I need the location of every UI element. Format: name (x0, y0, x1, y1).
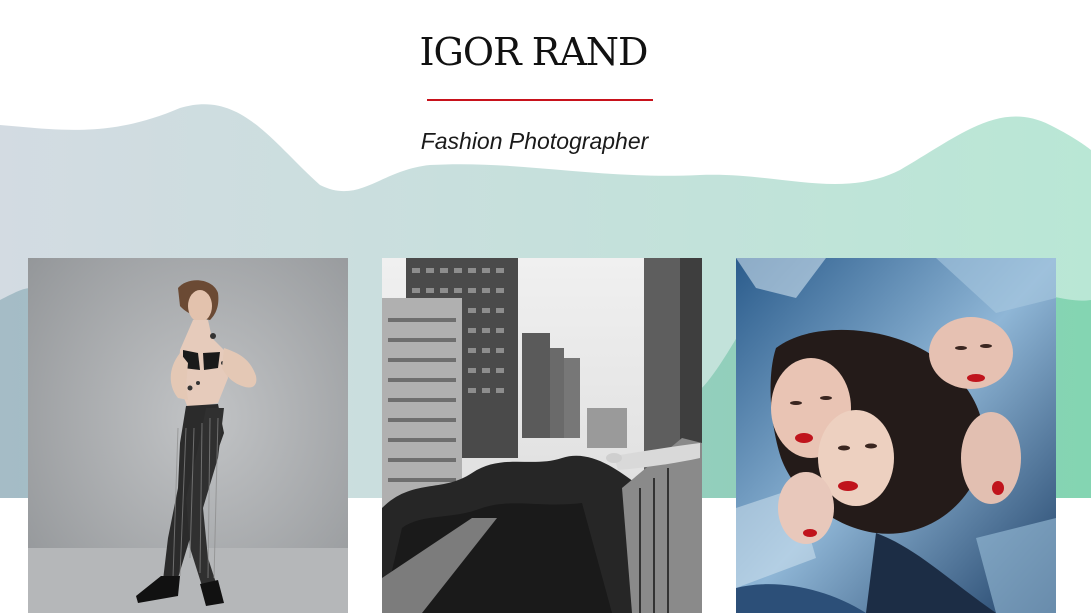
gallery-photo-cityscape[interactable] (382, 258, 702, 613)
photo-gallery (0, 0, 1091, 613)
gallery-photo-model-studio[interactable] (28, 258, 348, 613)
photo-cityscape-image (382, 258, 702, 613)
photo-mirrored-faces-image (736, 258, 1056, 613)
photo-model-studio-image (28, 258, 348, 613)
gallery-photo-mirrored-faces[interactable] (736, 258, 1056, 613)
